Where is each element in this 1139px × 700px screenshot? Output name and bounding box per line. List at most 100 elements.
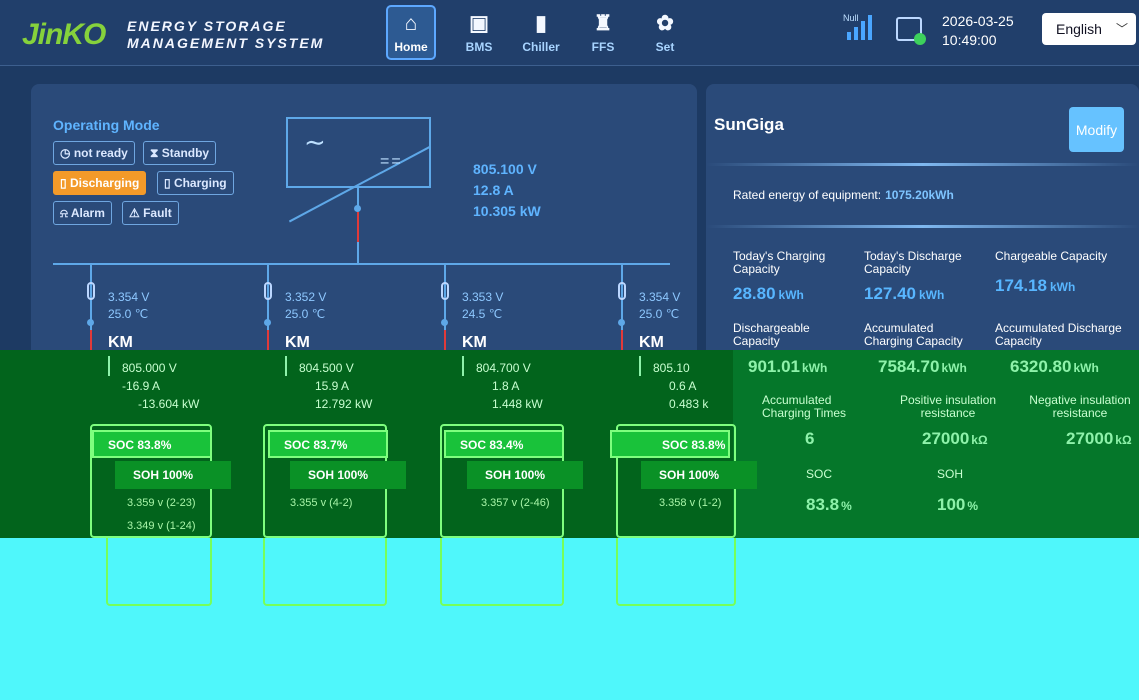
branch-line-active (90, 330, 92, 350)
branch-temperature: 25.0 ℃ (639, 307, 680, 321)
mode-standby-label: Standby (161, 146, 210, 160)
stat-value: 127.40 kWh (864, 284, 944, 304)
branch-line-active (444, 330, 446, 350)
dc-current: 15.9 A (315, 379, 350, 393)
stat-label: Chargeable Capacity (995, 249, 1108, 263)
inverter-voltage: 805.100 V (473, 161, 537, 177)
mode-charging-label: Charging (173, 176, 227, 190)
signal-status-text: Null (843, 13, 859, 23)
stat-label: Accumulated Charging Times (762, 393, 847, 420)
mode-alarm: ⍾ Alarm (53, 201, 112, 225)
date-text: 2026-03-25 (942, 13, 1014, 29)
branch-cell-voltage: 3.354 V (639, 290, 681, 304)
stat-number: 27000 (922, 429, 970, 448)
stat-unit: kWh (1073, 361, 1099, 375)
dc-symbol-icon: == (380, 153, 403, 170)
network-status-icon (896, 17, 926, 45)
stat-unit: kΩ (1115, 433, 1132, 447)
dc-power: 12.792 kW (315, 397, 373, 411)
nav-chiller[interactable]: ▮ Chiller (510, 5, 572, 60)
mode-alarm-label: Alarm (70, 206, 105, 220)
stat-unit: kΩ (971, 433, 988, 447)
stat-label: Accumulated Charging Capacity (864, 321, 963, 348)
stat-value: 6320.80 kWh (1010, 357, 1099, 377)
dc-voltage: 805.10 (653, 361, 690, 375)
inverter-line-active (357, 212, 359, 242)
max-cell-voltage: 3.357 v (2-46) (481, 497, 550, 509)
branch-node (264, 319, 271, 326)
max-cell-voltage: 3.355 v (4-2) (290, 497, 353, 509)
stat-unit: kWh (778, 288, 804, 302)
soc-label: SOC (806, 467, 833, 481)
battery-rack-lower (263, 538, 387, 606)
branch-temperature: 25.0 ℃ (285, 307, 326, 321)
nav-bms[interactable]: ▣ BMS (448, 5, 510, 60)
branch-temperature: 24.5 ℃ (462, 307, 503, 321)
main-nav: ⌂ Home ▣ BMS ▮ Chiller ♜ FFS ✿ Set (386, 5, 696, 60)
stat-number: 7584.70 (878, 357, 940, 376)
stat-label: Negative insulation resistance (1029, 393, 1131, 420)
battery-rack-lower (616, 538, 736, 606)
stat-unit: kWh (941, 361, 967, 375)
max-cell-voltage: 3.359 v (2-23) (127, 497, 196, 509)
mode-charging: ▯ Charging (157, 171, 234, 195)
inverter-current: 12.8 A (473, 182, 514, 198)
dc-power: 1.448 kW (492, 397, 543, 411)
dc-power: -13.604 kW (138, 397, 200, 411)
stat-unit: % (841, 499, 852, 513)
stat-value: 28.80 kWh (733, 284, 804, 304)
signal-bar (847, 32, 851, 40)
ac-bus (53, 263, 670, 265)
nav-ffs-label: FFS (591, 39, 615, 54)
chiller-icon: ▮ (535, 11, 547, 35)
mode-discharging-label: Discharging (69, 176, 140, 190)
max-cell-voltage: 3.358 v (1-2) (659, 497, 722, 509)
stat-number: 174.18 (995, 276, 1047, 295)
branch-node (87, 319, 94, 326)
stat-label: Today's Charging Capacity (733, 249, 826, 276)
fuse-icon (618, 282, 626, 300)
inverter-node (354, 205, 361, 212)
branch-line-active (621, 330, 623, 350)
modify-button[interactable]: Modify (1069, 107, 1124, 152)
stat-unit: kWh (919, 288, 945, 302)
soh-indicator: SOH 100% (467, 461, 583, 489)
dc-current: 0.6 A (669, 379, 697, 393)
divider (706, 163, 1139, 166)
nav-ffs[interactable]: ♜ FFS (572, 5, 634, 60)
signal-bar (868, 15, 872, 40)
stat-number: 28.80 (733, 284, 776, 303)
soc-indicator: SOC 83.8% (92, 430, 212, 458)
stat-value: 174.18 kWh (995, 276, 1075, 296)
ac-wave-icon: ∼ (304, 127, 326, 157)
nav-chiller-label: Chiller (522, 39, 560, 54)
dc-line (462, 356, 464, 376)
nav-set[interactable]: ✿ Set (634, 5, 696, 60)
rated-energy-value: 1075.20kWh (885, 188, 954, 202)
rated-energy-label: Rated energy of equipment: (733, 188, 882, 202)
branch-node (441, 319, 448, 326)
stat-unit: kWh (1050, 280, 1076, 294)
operating-mode-title: Operating Mode (53, 117, 160, 133)
branch-line-active (267, 330, 269, 350)
dc-line (108, 356, 110, 376)
datetime: 2026-03-25 10:49:00 (942, 12, 1014, 50)
branch-cell-voltage: 3.354 V (108, 290, 150, 304)
fuse-icon (264, 282, 272, 300)
soh-indicator: SOH 100% (115, 461, 231, 489)
dc-current: -16.9 A (122, 379, 161, 393)
system-soh: 100% (937, 495, 978, 515)
nav-home-label: Home (394, 39, 428, 54)
branch-temperature: 25.0 ℃ (108, 307, 149, 321)
stat-number: 6320.80 (1010, 357, 1072, 376)
nav-home[interactable]: ⌂ Home (386, 5, 436, 60)
soh-label: SOH (937, 467, 964, 481)
stat-label: Positive insulation resistance (899, 393, 997, 420)
language-select[interactable]: English ﹀ (1042, 13, 1136, 45)
branch-cell-voltage: 3.353 V (462, 290, 504, 304)
nav-bms-label: BMS (465, 39, 493, 54)
stat-label: Accumulated Discharge Capacity (995, 321, 1122, 348)
gear-icon: ✿ (656, 11, 674, 35)
online-dot-icon (914, 33, 926, 45)
stat-value: 6 (805, 429, 815, 448)
